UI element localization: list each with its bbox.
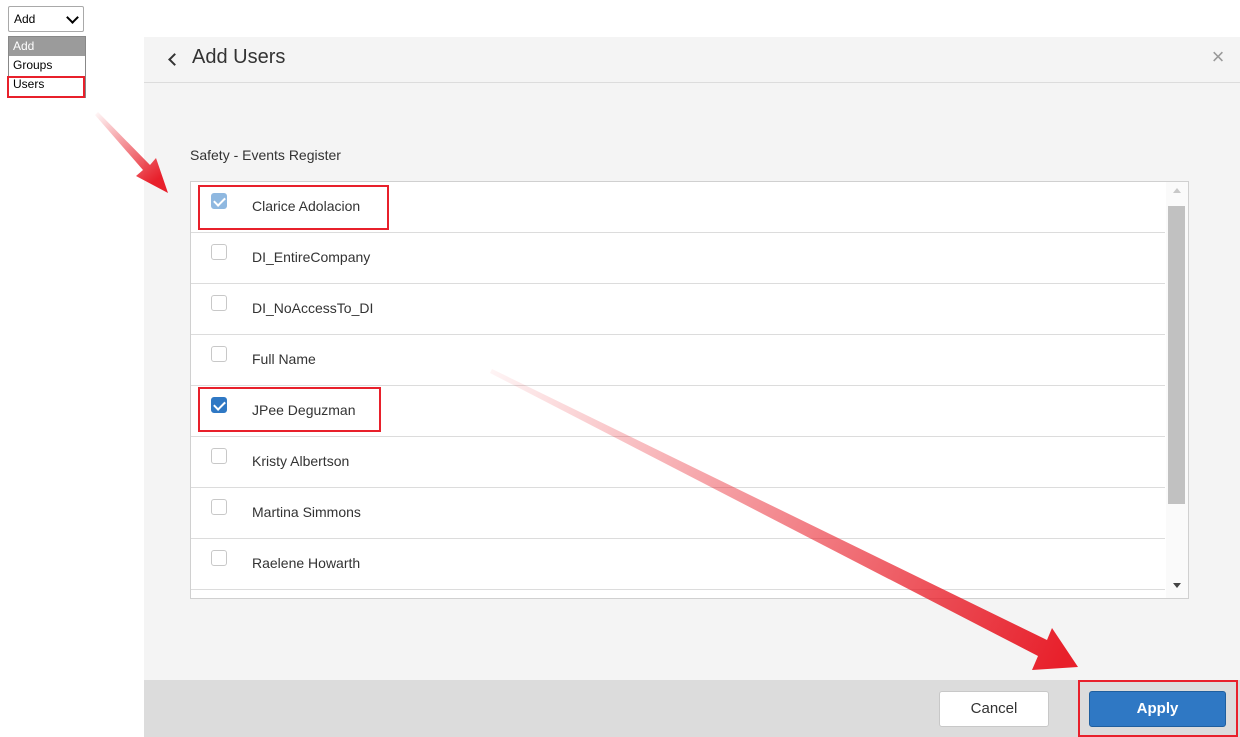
- item-checkbox[interactable]: [211, 499, 227, 515]
- item-checkbox[interactable]: [211, 550, 227, 566]
- user-list: Clarice Adolacion DI_EntireCompany DI_NoAc…: [190, 181, 1189, 599]
- item-checkbox[interactable]: [211, 448, 227, 464]
- option-add[interactable]: Add: [9, 37, 85, 56]
- list-item[interactable]: DI_NoAccessTo_DI: [191, 284, 1165, 335]
- option-users[interactable]: Users: [9, 75, 85, 94]
- apply-button[interactable]: Apply: [1089, 691, 1226, 727]
- list-item[interactable]: Martina Simmons: [191, 488, 1165, 539]
- scroll-down-arrow-icon[interactable]: [1173, 583, 1181, 588]
- user-list-rows: Clarice Adolacion DI_EntireCompany DI_NoAc…: [191, 182, 1165, 590]
- list-item[interactable]: DI_EntireCompany: [191, 233, 1165, 284]
- item-label: JPee Deguzman: [252, 402, 356, 418]
- list-item[interactable]: Clarice Adolacion: [191, 182, 1165, 233]
- item-label: Clarice Adolacion: [252, 198, 361, 214]
- list-item[interactable]: Raelene Howarth: [191, 539, 1165, 590]
- list-item[interactable]: Full Name: [191, 335, 1165, 386]
- chevron-left-icon[interactable]: [168, 53, 181, 66]
- modal-footer: Cancel Apply: [144, 680, 1240, 737]
- item-label: DI_EntireCompany: [252, 249, 371, 265]
- list-item[interactable]: JPee Deguzman: [191, 386, 1165, 437]
- add-select[interactable]: Add: [8, 6, 84, 32]
- item-label: Raelene Howarth: [252, 555, 361, 571]
- section-label: Safety - Events Register: [190, 147, 341, 163]
- item-checkbox[interactable]: [211, 346, 227, 362]
- scroll-up-arrow-icon[interactable]: [1173, 188, 1181, 193]
- modal-title: Add Users: [192, 46, 286, 68]
- scroll-thumb[interactable]: [1168, 206, 1185, 504]
- cancel-button[interactable]: Cancel: [939, 691, 1049, 727]
- item-label: Martina Simmons: [252, 504, 361, 520]
- add-users-modal: Add Users × Safety - Events Register Cla…: [144, 37, 1240, 737]
- add-options-list: Add Groups Users: [8, 36, 86, 98]
- item-checkbox[interactable]: [211, 193, 227, 209]
- item-label: Full Name: [252, 351, 316, 367]
- modal-header: Add Users ×: [144, 37, 1240, 83]
- item-label: DI_NoAccessTo_DI: [252, 300, 374, 316]
- option-groups[interactable]: Groups: [9, 56, 85, 75]
- list-item[interactable]: Kristy Albertson: [191, 437, 1165, 488]
- item-checkbox[interactable]: [211, 295, 227, 311]
- chevron-down-icon: [66, 11, 79, 24]
- close-icon[interactable]: ×: [1208, 46, 1228, 68]
- add-select-value: Add: [14, 12, 36, 26]
- item-checkbox[interactable]: [211, 244, 227, 260]
- list-scrollbar[interactable]: [1166, 182, 1188, 598]
- item-label: Kristy Albertson: [252, 453, 350, 469]
- item-checkbox[interactable]: [211, 397, 227, 413]
